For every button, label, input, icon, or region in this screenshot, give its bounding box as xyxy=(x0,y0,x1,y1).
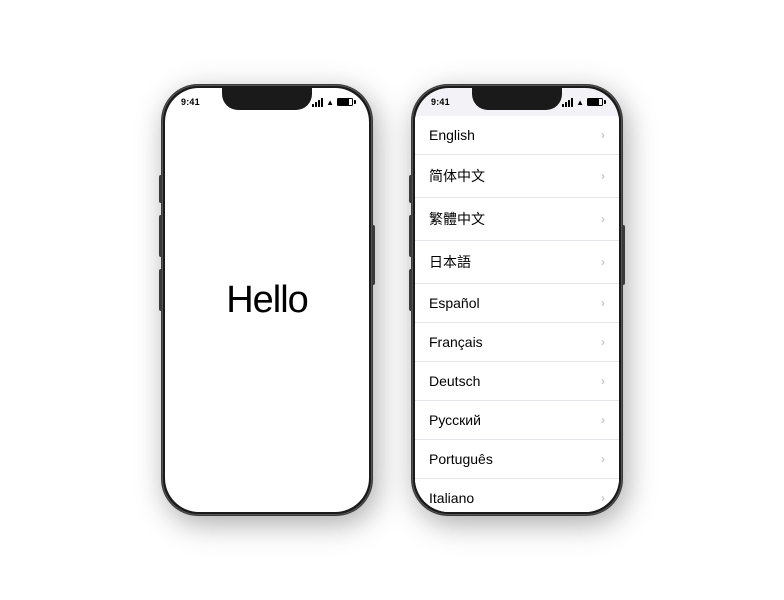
phone-side-button-mute xyxy=(159,175,162,203)
language-list: English›简体中文›繁體中文›日本語›Español›Français›D… xyxy=(415,116,619,512)
language-item-japanese[interactable]: 日本語 › xyxy=(415,241,619,284)
phone2-side-button-volume-up xyxy=(409,215,412,257)
phone2-side-button-power xyxy=(622,225,625,285)
signal-bar2-2 xyxy=(565,102,567,107)
signal-bar2-4 xyxy=(571,98,573,107)
phone-side-button-power xyxy=(372,225,375,285)
battery-icon-2 xyxy=(587,98,603,106)
language-name-traditional-chinese: 繁體中文 xyxy=(429,209,485,229)
language-item-russian[interactable]: Русский › xyxy=(415,401,619,440)
language-name-portuguese: Português xyxy=(429,451,493,467)
hello-text: Hello xyxy=(226,279,308,322)
phone-notch xyxy=(222,88,312,110)
signal-bar-3 xyxy=(318,100,320,107)
signal-icon xyxy=(312,98,323,107)
status-right-icons: ▲ xyxy=(312,98,353,107)
language-name-german: Deutsch xyxy=(429,373,480,389)
language-item-italian[interactable]: Italiano › xyxy=(415,479,619,512)
battery-fill xyxy=(338,99,349,105)
battery-fill-2 xyxy=(588,99,599,105)
wifi-icon: ▲ xyxy=(326,98,334,107)
language-list-wrapper: English›简体中文›繁體中文›日本語›Español›Français›D… xyxy=(415,116,619,512)
signal-bar2-1 xyxy=(562,104,564,107)
chevron-right-icon: › xyxy=(601,491,605,505)
language-item-french[interactable]: Français › xyxy=(415,323,619,362)
language-name-japanese: 日本語 xyxy=(429,252,471,272)
phone-language: 9:41 ▲ xyxy=(412,85,622,515)
chevron-right-icon: › xyxy=(601,169,605,183)
phone2-side-button-mute xyxy=(409,175,412,203)
phone-side-button-volume-up xyxy=(159,215,162,257)
chevron-right-icon: › xyxy=(601,296,605,310)
signal-icon-2 xyxy=(562,98,573,107)
chevron-right-icon: › xyxy=(601,255,605,269)
signal-bar-4 xyxy=(321,98,323,107)
status-time: 9:41 xyxy=(181,97,200,107)
language-item-portuguese[interactable]: Português › xyxy=(415,440,619,479)
language-screen: English›简体中文›繁體中文›日本語›Español›Français›D… xyxy=(415,88,619,512)
phone-side-button-volume-down xyxy=(159,269,162,311)
chevron-right-icon: › xyxy=(601,452,605,466)
phone2-notch xyxy=(472,88,562,110)
language-name-english: English xyxy=(429,127,475,143)
phone-hello: 9:41 ▲ Hello xyxy=(162,85,372,515)
language-name-spanish: Español xyxy=(429,295,480,311)
language-name-russian: Русский xyxy=(429,412,481,428)
language-name-simplified-chinese: 简体中文 xyxy=(429,166,485,186)
language-item-english[interactable]: English › xyxy=(415,116,619,155)
chevron-right-icon: › xyxy=(601,413,605,427)
language-item-spanish[interactable]: Español › xyxy=(415,284,619,323)
chevron-right-icon: › xyxy=(601,128,605,142)
chevron-right-icon: › xyxy=(601,212,605,226)
language-name-italian: Italiano xyxy=(429,490,474,506)
status-right-icons-2: ▲ xyxy=(562,98,603,107)
language-item-simplified-chinese[interactable]: 简体中文 › xyxy=(415,155,619,198)
status-time-2: 9:41 xyxy=(431,97,450,107)
language-item-traditional-chinese[interactable]: 繁體中文 › xyxy=(415,198,619,241)
hello-screen: Hello xyxy=(165,88,369,512)
phone-hello-screen: 9:41 ▲ Hello xyxy=(165,88,369,512)
language-item-german[interactable]: Deutsch › xyxy=(415,362,619,401)
language-name-french: Français xyxy=(429,334,483,350)
phone-pair: 9:41 ▲ Hello xyxy=(162,85,622,515)
signal-bar-1 xyxy=(312,104,314,107)
wifi-icon-2: ▲ xyxy=(576,98,584,107)
chevron-right-icon: › xyxy=(601,374,605,388)
signal-bar-2 xyxy=(315,102,317,107)
phone-language-screen: 9:41 ▲ xyxy=(415,88,619,512)
chevron-right-icon: › xyxy=(601,335,605,349)
phone2-side-button-volume-down xyxy=(409,269,412,311)
battery-icon xyxy=(337,98,353,106)
signal-bar2-3 xyxy=(568,100,570,107)
